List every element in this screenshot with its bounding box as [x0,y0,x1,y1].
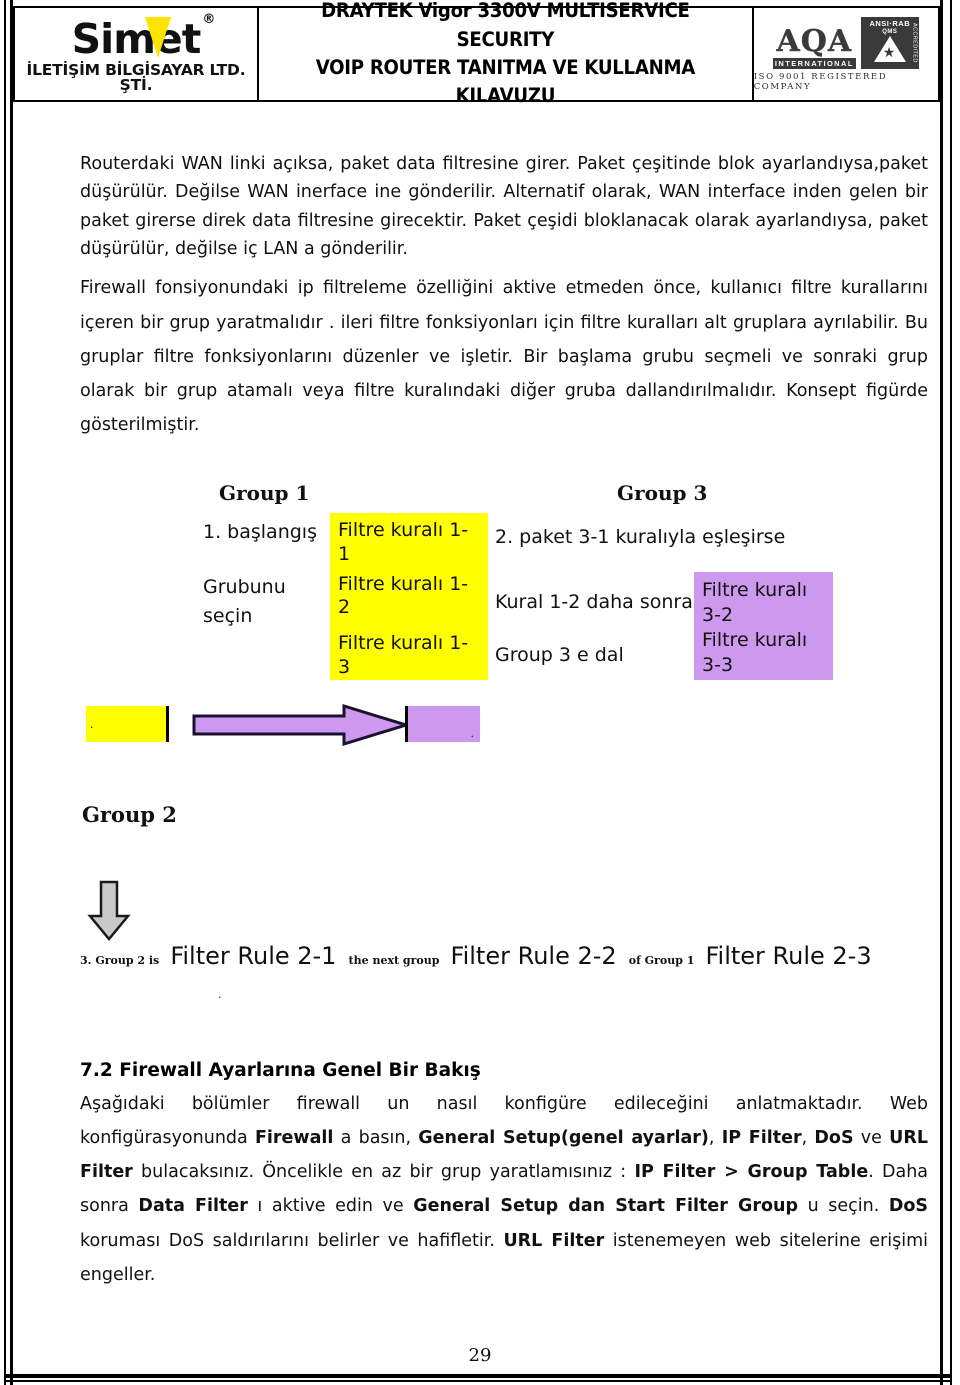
sec-term-group-table: IP Filter > Group Table [634,1162,869,1183]
page-number: 29 [468,1345,492,1366]
star-icon [873,35,906,62]
header-certification-cell: AQA INTERNATIONAL ANSI·RAB QMS ACCREDITE… [754,8,938,100]
sec-seg-2: a basın, [333,1128,419,1149]
paragraph-packet-flow: Routerdaki WAN linki açıksa, paket data … [80,154,928,260]
page-border-outer-left [4,0,6,1385]
sec-seg-8: ı aktive edin ve [247,1196,414,1217]
legend-yellow-swatch: . [86,706,169,742]
simet-wordmark: Simet ® [71,13,216,63]
section-7-2-heading: 7.2 Firewall Ayarlarına Genel Bir Bakış [80,1060,481,1081]
ansi-rab-label: ANSI·RAB [869,18,911,28]
simet-triangle-icon [144,16,171,58]
group2-caption-small-1: 3. Group 2 is [80,954,160,967]
diagram-group1-step-line3: seçin [203,605,253,627]
qms-label: QMS [882,28,898,35]
group2-caption-row: 3. Group 2 is Filter Rule 2-1 the next g… [80,942,872,970]
page-border-inner-left [10,0,13,1385]
diagram-group2-heading: Group 2 [82,802,177,827]
sec-term-ip-filter: IP Filter [721,1128,802,1149]
header-title-cell: DRAYTEK Vigor 3300V MULTISERVICE SECURIT… [259,0,754,107]
aqa-certification-logo: AQA INTERNATIONAL ANSI·RAB QMS ACCREDITE… [753,16,938,92]
sec-seg-5: ve [853,1128,890,1149]
legend-yellow-dot: . [90,718,94,731]
diagram-purple-rule-2-id: 3-3 [702,654,734,677]
sec-term-data-filter: Data Filter [138,1196,248,1217]
diagram-yellow-rule-1: Filtre kuralı 1-1 [338,519,469,565]
aqa-letters: AQA [776,24,853,59]
group2-caption-small-3: of Group 1 [628,954,695,967]
sec-term-url-filter-2: URL Filter [503,1230,605,1251]
certification-marks-row: AQA INTERNATIONAL ANSI·RAB QMS ACCREDITE… [772,16,919,69]
legend-purple-dot: . [470,727,475,740]
filter-group-concept-diagram: Group 1 1. başlangış Grubunu seçin Filtr… [80,480,928,1000]
paragraph-firewall-groups: Firewall fonsiyonundaki ip filtreleme öz… [80,278,928,435]
accredited-side-label: ACCREDITED [911,22,918,63]
group2-filter-rule-2-2: Filter Rule 2-2 [450,942,617,970]
group2-caption-small-2: the next group [348,954,440,967]
sec-term-dos: DoS [814,1128,854,1149]
diagram-purple-rule-1-id: 3-2 [702,604,734,627]
sec-seg-9: u seçin. [798,1196,889,1217]
sec-seg-10: koruması DoS saldırılarını belirler ve h… [80,1230,504,1251]
sec-seg-6: bulacaksınız. Öncelikle en az bir grup y… [132,1162,635,1183]
aqa-mark: AQA INTERNATIONAL [772,24,856,69]
group2-trailing-dot: . [218,988,222,1001]
section-7-2-block: 7.2 Firewall Ayarlarına Genel Bir Bakış … [80,1060,928,1300]
sec-term-firewall: Firewall [254,1128,334,1149]
diagram-note-packet-match: 2. paket 3-1 kuralıyla eşleşirse [495,526,786,548]
sec-seg-3: , [708,1128,722,1149]
group2-filter-rule-2-1: Filter Rule 2-1 [170,942,337,970]
sec-term-dos-2: DoS [888,1196,928,1217]
legend-purple-swatch: . [405,706,480,742]
diagram-purple-rule-2-name: Filtre kuralı [702,629,808,652]
footer-rule-thick [4,1374,952,1378]
simet-subtitle: İLETİŞİM BİLGİSAYAR LTD. ŞTİ. [26,60,246,94]
diagram-yellow-rule-2: Filtre kuralı 1-2 [338,572,469,619]
page-header: Simet ® İLETİŞİM BİLGİSAYAR LTD. ŞTİ. DR… [13,0,940,107]
intro-text-block: Routerdaki WAN linki açıksa, paket data … [80,150,928,450]
aqa-international-band: INTERNATIONAL [772,57,856,69]
diagram-group1-step-line2: Grubunu [203,576,286,598]
diagram-group1-step-line1: 1. başlangış [203,521,317,543]
ansi-rab-mark: ANSI·RAB QMS ACCREDITED [860,16,919,69]
registered-trademark-icon: ® [202,11,215,27]
page-border-inner-right [940,0,943,1385]
diagram-group1-heading: Group 1 [219,481,310,505]
document-title-line1: DRAYTEK Vigor 3300V MULTISERVICE SECURIT… [321,0,690,51]
diagram-group3-rules-box: Filtre kuralı 3-2 Filtre kuralı 3-3 [694,572,833,680]
page-border-outer-right [950,0,952,1385]
simet-logo: Simet ® İLETİŞİM BİLGİSAYAR LTD. ŞTİ. [15,13,257,94]
diagram-yellow-rule-3: Filtre kuralı 1-3 [338,632,469,678]
iso-registered-line: ISO 9001 REGISTERED COMPANY [753,71,888,92]
sec-term-general-setup: General Setup(genel ayarlar) [418,1128,709,1149]
diagram-purple-rule-1-name: Filtre kuralı [702,579,808,601]
diagram-group1-rules-box: Filtre kuralı 1-1 Filtre kuralı 1-2 Filt… [330,513,488,680]
simet-brand-text: Simet [71,14,202,63]
sec-seg-4: , [801,1128,815,1149]
legend-branch-arrow-icon [192,704,410,746]
page-footer: 29 [0,1345,960,1366]
down-arrow-icon [87,880,131,941]
group2-filter-rule-2-3: Filter Rule 2-3 [705,942,872,970]
document-title-line2: VOIP ROUTER TANITMA VE KULLANMA KILAVUZU [315,56,696,108]
section-7-2-paragraph: Aşağıdaki bölümler firewall un nasıl kon… [80,1087,928,1292]
footer-rule-thin [4,1380,952,1382]
diagram-group3-heading: Group 3 [617,481,708,505]
sec-term-start-filter-group: General Setup dan Start Filter Group [413,1196,798,1217]
header-logo-cell: Simet ® İLETİŞİM BİLGİSAYAR LTD. ŞTİ. [15,8,259,100]
